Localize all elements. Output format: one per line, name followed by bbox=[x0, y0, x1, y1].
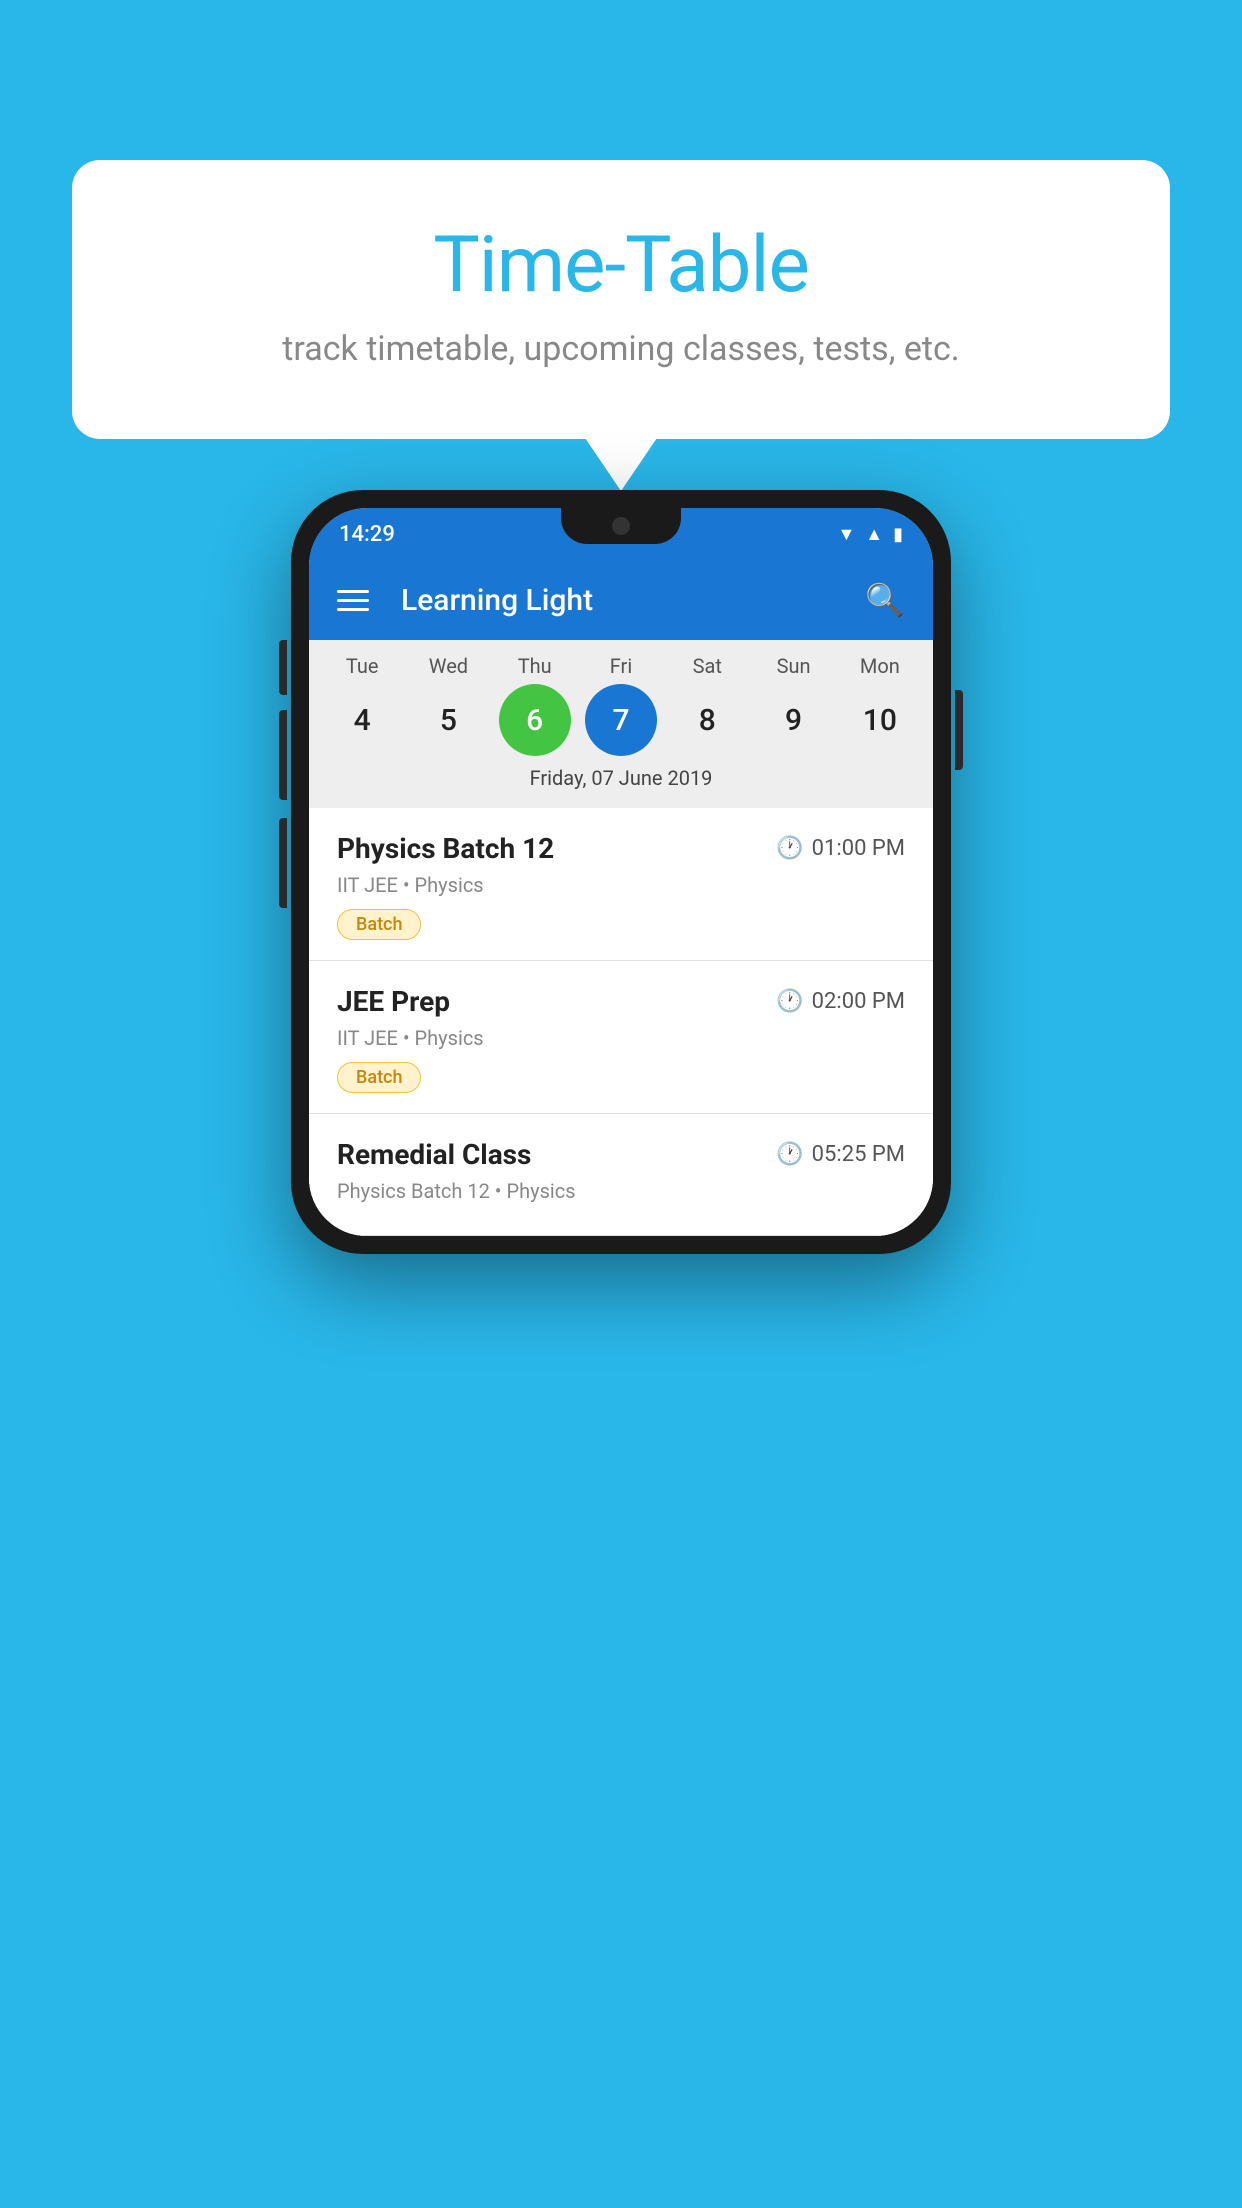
day-header-fri: Fri bbox=[585, 654, 657, 678]
day-numbers: 4 5 6 7 8 9 10 bbox=[309, 684, 933, 756]
wifi-icon: ▼ bbox=[837, 524, 855, 545]
batch-tag-2: Batch bbox=[337, 1062, 421, 1093]
notch bbox=[561, 508, 681, 544]
speech-bubble-container: Time-Table track timetable, upcoming cla… bbox=[72, 160, 1170, 439]
schedule-item-1-time: 🕐 01:00 PM bbox=[776, 836, 905, 861]
clock-icon-1: 🕐 bbox=[776, 836, 803, 861]
volume-up-button bbox=[279, 710, 287, 800]
power-button bbox=[955, 690, 963, 770]
status-bar: 14:29 ▼ ▲ ▮ bbox=[309, 508, 933, 560]
status-icons: ▼ ▲ ▮ bbox=[837, 524, 903, 545]
status-time: 14:29 bbox=[339, 522, 395, 547]
schedule-item-1-header: Physics Batch 12 🕐 01:00 PM bbox=[337, 832, 905, 865]
clock-icon-3: 🕐 bbox=[776, 1142, 803, 1167]
schedule-item-2-time: 🕐 02:00 PM bbox=[776, 989, 905, 1014]
phone-wrapper: 14:29 ▼ ▲ ▮ Learning Light 🔍 bbox=[291, 490, 951, 1254]
schedule-item-3-time: 🕐 05:25 PM bbox=[776, 1142, 905, 1167]
phone-frame: 14:29 ▼ ▲ ▮ Learning Light 🔍 bbox=[291, 490, 951, 1254]
schedule-item-3-header: Remedial Class 🕐 05:25 PM bbox=[337, 1138, 905, 1171]
schedule-list: Physics Batch 12 🕐 01:00 PM IIT JEE • Ph… bbox=[309, 808, 933, 1236]
schedule-item-1[interactable]: Physics Batch 12 🕐 01:00 PM IIT JEE • Ph… bbox=[309, 808, 933, 961]
day-4[interactable]: 4 bbox=[326, 684, 398, 756]
day-header-wed: Wed bbox=[412, 654, 484, 678]
camera bbox=[612, 517, 630, 535]
day-header-sun: Sun bbox=[758, 654, 830, 678]
batch-tag-1: Batch bbox=[337, 909, 421, 940]
day-8[interactable]: 8 bbox=[671, 684, 743, 756]
menu-button[interactable] bbox=[337, 590, 369, 611]
day-header-thu: Thu bbox=[499, 654, 571, 678]
schedule-item-1-title: Physics Batch 12 bbox=[337, 832, 554, 865]
schedule-item-2-subtitle: IIT JEE • Physics bbox=[337, 1026, 905, 1050]
bubble-subtitle: track timetable, upcoming classes, tests… bbox=[122, 329, 1120, 369]
schedule-item-1-time-text: 01:00 PM bbox=[812, 836, 905, 861]
selected-date-label: Friday, 07 June 2019 bbox=[309, 756, 933, 798]
schedule-item-3-title: Remedial Class bbox=[337, 1138, 531, 1171]
volume-silent-button bbox=[279, 640, 287, 695]
day-9[interactable]: 9 bbox=[758, 684, 830, 756]
day-6-today[interactable]: 6 bbox=[499, 684, 571, 756]
app-bar: Learning Light 🔍 bbox=[309, 560, 933, 640]
schedule-item-2-header: JEE Prep 🕐 02:00 PM bbox=[337, 985, 905, 1018]
day-header-tue: Tue bbox=[326, 654, 398, 678]
speech-bubble: Time-Table track timetable, upcoming cla… bbox=[72, 160, 1170, 439]
day-5[interactable]: 5 bbox=[412, 684, 484, 756]
day-header-sat: Sat bbox=[671, 654, 743, 678]
day-10[interactable]: 10 bbox=[844, 684, 916, 756]
battery-icon: ▮ bbox=[893, 524, 903, 545]
schedule-item-3-time-text: 05:25 PM bbox=[812, 1142, 905, 1167]
phone-screen: 14:29 ▼ ▲ ▮ Learning Light 🔍 bbox=[309, 508, 933, 1236]
search-icon[interactable]: 🔍 bbox=[865, 581, 905, 619]
calendar-week: Tue Wed Thu Fri Sat Sun Mon 4 5 6 7 8 9 … bbox=[309, 640, 933, 808]
day-headers: Tue Wed Thu Fri Sat Sun Mon bbox=[309, 654, 933, 678]
schedule-item-2[interactable]: JEE Prep 🕐 02:00 PM IIT JEE • Physics Ba… bbox=[309, 961, 933, 1114]
schedule-item-2-time-text: 02:00 PM bbox=[812, 989, 905, 1014]
day-header-mon: Mon bbox=[844, 654, 916, 678]
clock-icon-2: 🕐 bbox=[776, 989, 803, 1014]
bubble-title: Time-Table bbox=[122, 220, 1120, 311]
schedule-item-1-subtitle: IIT JEE • Physics bbox=[337, 873, 905, 897]
schedule-item-2-title: JEE Prep bbox=[337, 985, 450, 1018]
app-title: Learning Light bbox=[401, 583, 841, 618]
signal-icon: ▲ bbox=[865, 524, 883, 545]
schedule-item-3[interactable]: Remedial Class 🕐 05:25 PM Physics Batch … bbox=[309, 1114, 933, 1236]
volume-down-button bbox=[279, 818, 287, 908]
schedule-item-3-subtitle: Physics Batch 12 • Physics bbox=[337, 1179, 905, 1203]
day-7-selected[interactable]: 7 bbox=[585, 684, 657, 756]
